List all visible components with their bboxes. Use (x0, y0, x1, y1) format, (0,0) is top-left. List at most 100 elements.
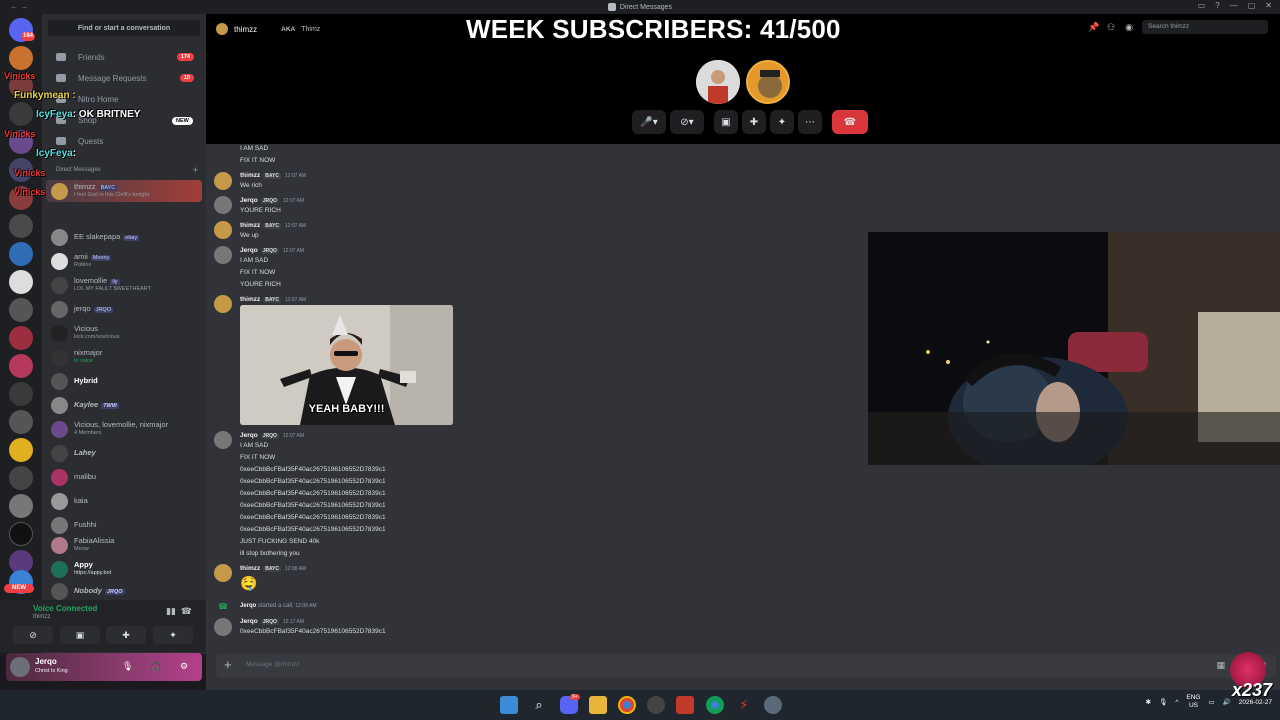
server-icon[interactable] (9, 214, 33, 238)
find-conversation-button[interactable]: Find or start a conversation (48, 20, 200, 36)
language-indicator[interactable]: ENG US (1186, 694, 1200, 710)
end-call-button[interactable]: ☎ (832, 110, 868, 134)
back-forward-nav[interactable]: ← → (10, 2, 28, 11)
tray-mic-icon[interactable]: 🎙 (1159, 698, 1167, 706)
dm-item[interactable]: lovemollie ily LOL MY FAULT $WEETHEART (46, 274, 202, 296)
chrome-icon[interactable] (618, 696, 636, 714)
screen-share-button[interactable]: ▣ (714, 110, 738, 134)
gif-attachment[interactable]: YEAH BABY!!! (240, 305, 453, 425)
server-icon[interactable] (9, 298, 33, 322)
message-composer[interactable]: + Message @thimzz ▦ ▤ ▨ (216, 654, 1276, 678)
nav-message-requests[interactable]: Message Requests 10 (48, 69, 200, 87)
header-username[interactable]: thimzz (234, 25, 257, 34)
soundboard-button[interactable]: ✦ (153, 626, 193, 644)
server-icon[interactable] (9, 102, 33, 126)
app-icon[interactable] (676, 696, 694, 714)
dm-item-thimzz[interactable]: thimzz BAYC I feel God in this Chilli's t… (46, 180, 202, 202)
start-button[interactable] (500, 696, 518, 714)
volume-icon[interactable]: 🔊 (1223, 698, 1231, 706)
more-options-button[interactable]: ⋯ (798, 110, 822, 134)
search-input[interactable]: Search thimzz (1142, 20, 1268, 34)
dm-item[interactable]: Appy https://appy.bot (46, 558, 202, 580)
dm-item[interactable]: nixmajor In voice (46, 346, 202, 368)
dm-item[interactable]: EE slakepapa ebay (46, 226, 202, 248)
mute-microphone-button[interactable]: 🎤▾ (632, 110, 666, 134)
dm-group-item[interactable]: Vicious, lovemollie, nixmajor 4 Members (46, 418, 202, 440)
obs-icon[interactable] (647, 696, 665, 714)
headphones-icon[interactable]: 🎧 (150, 661, 161, 672)
gift-icon[interactable]: ▦ (1216, 660, 1225, 671)
server-icon[interactable] (9, 466, 33, 490)
dm-item[interactable]: amii Moony Roblox (46, 250, 202, 272)
server-icon[interactable] (9, 522, 33, 546)
message-author[interactable]: Jerqo JRQO 12:17 AM (240, 618, 304, 625)
message-author[interactable]: thimzz BAYC 12:07 AM (240, 296, 306, 303)
soundboard-button[interactable]: ✦ (770, 110, 794, 134)
server-icon[interactable] (9, 46, 33, 70)
server-icon[interactable] (9, 242, 33, 266)
tray-chevron-icon[interactable]: ^ (1175, 699, 1178, 706)
message-avatar[interactable] (214, 221, 232, 239)
message-author[interactable]: Jerqo JRQO 12:07 AM (240, 197, 304, 204)
message-avatar[interactable] (214, 564, 232, 582)
user-avatar[interactable] (10, 657, 30, 677)
dm-item[interactable]: jerqo JRQO (46, 298, 202, 320)
tray-app-icon[interactable]: ✱ (1146, 698, 1151, 706)
message-author[interactable]: thimzz BAYC 12:08 AM (240, 565, 306, 572)
message-avatar[interactable] (214, 618, 232, 636)
message-avatar[interactable] (214, 196, 232, 214)
dm-item[interactable]: malibu (46, 466, 202, 488)
server-icon[interactable] (9, 438, 33, 462)
user-panel[interactable]: Jerqo Christ Is King 🎙 🎧 ⚙ (6, 653, 202, 681)
inbox-icon[interactable]: ▭ (1198, 1, 1206, 10)
disconnect-icon[interactable]: ☎ (181, 606, 192, 617)
close-button[interactable]: ✕ (1265, 1, 1272, 10)
message-author[interactable]: thimzz BAYC 12:07 AM (240, 172, 306, 179)
dm-item[interactable]: Lahey (46, 442, 202, 464)
message-avatar[interactable] (214, 246, 232, 264)
dm-item[interactable]: Vicious kick.com/sovicious (46, 322, 202, 344)
minimize-button[interactable]: — (1230, 1, 1238, 10)
lightning-app-icon[interactable]: ⚡ (735, 696, 753, 714)
call-participant-avatar[interactable] (696, 60, 740, 104)
voice-quality-icon[interactable]: ▮▮ (166, 606, 176, 617)
network-icon[interactable]: ▭ (1209, 698, 1215, 706)
dm-item[interactable]: Nobody JRQO (46, 580, 202, 602)
attach-plus-icon[interactable]: + (224, 657, 232, 672)
server-icon[interactable] (9, 354, 33, 378)
settings-gear-icon[interactable]: ⚙ (180, 661, 188, 672)
search-icon[interactable]: ⌕ (530, 696, 548, 714)
call-participant-avatar[interactable] (746, 60, 790, 104)
server-icon[interactable] (9, 494, 33, 518)
dm-item[interactable]: kaia (46, 490, 202, 512)
maximize-button[interactable]: ▢ (1248, 1, 1256, 10)
activities-button[interactable]: ✚ (742, 110, 766, 134)
message-avatar[interactable] (214, 295, 232, 313)
message-author[interactable]: Jerqo JRQO 12:07 AM (240, 432, 304, 439)
message-author[interactable]: thimzz BAYC 12:07 AM (240, 222, 306, 229)
dm-item[interactable]: FabiaAlissia Meow (46, 534, 202, 556)
file-explorer-icon[interactable] (589, 696, 607, 714)
server-icon[interactable] (9, 326, 33, 350)
server-icon[interactable] (9, 382, 33, 406)
screen-share-button[interactable]: ▣ (60, 626, 100, 644)
profile-icon[interactable]: ◉ (1124, 22, 1134, 32)
dm-item[interactable]: Hybrid (46, 370, 202, 392)
create-dm-button[interactable]: + (193, 165, 198, 175)
server-icon[interactable] (9, 270, 33, 294)
dm-item[interactable]: Fushhi (46, 514, 202, 536)
message-avatar[interactable] (214, 431, 232, 449)
camera-off-button[interactable]: ⊘ (13, 626, 53, 644)
camera-toggle-button[interactable]: ⊘▾ (670, 110, 704, 134)
activities-button[interactable]: ✚ (106, 626, 146, 644)
microphone-icon[interactable]: 🎙 (122, 661, 133, 672)
dm-item[interactable]: Kaylee TWW (46, 394, 202, 416)
help-icon[interactable]: ? (1215, 1, 1219, 10)
chrome-profile-icon[interactable] (706, 696, 724, 714)
add-friend-icon[interactable]: ⚇ (1106, 22, 1116, 32)
message-avatar[interactable] (214, 172, 232, 190)
message-input[interactable]: Message @thimzz (246, 661, 300, 668)
server-icon[interactable] (9, 410, 33, 434)
nav-friends[interactable]: Friends 174 (48, 48, 200, 66)
settings-icon[interactable] (764, 696, 782, 714)
